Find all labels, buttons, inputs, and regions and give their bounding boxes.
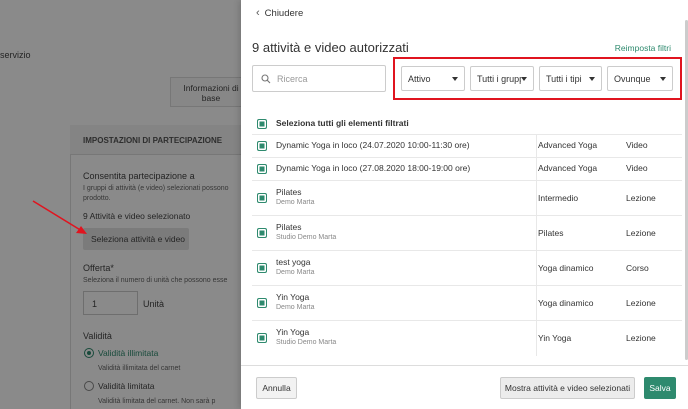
item-checkbox[interactable]: [257, 164, 267, 174]
status-filter-select[interactable]: Attivo: [401, 66, 465, 91]
type-filter-value: Tutti i tipi: [546, 73, 582, 84]
select-all-row[interactable]: Seleziona tutti gli elementi filtrati: [252, 111, 682, 135]
item-location: Demo Marta: [276, 199, 315, 206]
item-checkbox[interactable]: [257, 263, 267, 273]
show-selected-button[interactable]: Mostra attività e video selezionati: [500, 377, 635, 399]
list-item[interactable]: test yoga Demo Marta Yoga dinamico Corso: [252, 251, 682, 286]
item-category: Yoga dinamico: [538, 298, 594, 308]
location-filter-select[interactable]: Ovunque: [607, 66, 673, 91]
list-item[interactable]: Pilates Studio Demo Marta Pilates Lezion…: [252, 216, 682, 251]
item-checkbox[interactable]: [257, 228, 267, 238]
close-label: Chiudere: [264, 7, 304, 19]
item-category: Yoga dinamico: [538, 263, 594, 273]
drawer-title: 9 attività e video autorizzati: [252, 40, 409, 55]
chevron-left-icon: ‹: [256, 7, 260, 19]
save-button[interactable]: Salva: [644, 377, 676, 399]
item-category: Pilates: [538, 228, 564, 238]
item-name: Pilates: [276, 187, 302, 197]
item-category: Advanced Yoga: [538, 140, 598, 150]
list-item[interactable]: Dynamic Yoga in loco (27.08.2020 18:00-1…: [252, 158, 682, 181]
annotation-arrow-icon: [32, 200, 87, 234]
group-filter-select[interactable]: Tutti i gruppi: [470, 66, 534, 91]
caret-down-icon: [521, 77, 527, 81]
search-input[interactable]: [277, 73, 377, 84]
item-location: Demo Marta: [276, 304, 315, 311]
list-item[interactable]: Pilates Demo Marta Intermedio Lezione: [252, 181, 682, 216]
item-name: Yin Yoga: [276, 292, 310, 302]
item-checkbox[interactable]: [257, 141, 267, 151]
list-item[interactable]: Dynamic Yoga in loco (24.07.2020 10:00-1…: [252, 135, 682, 158]
close-button[interactable]: ‹ Chiudere: [256, 7, 303, 19]
reset-filters-link[interactable]: Reimposta filtri: [615, 43, 671, 53]
item-category: Intermedio: [538, 193, 579, 203]
item-type: Corso: [626, 263, 649, 273]
status-filter-value: Attivo: [408, 73, 431, 84]
list-item[interactable]: Yin Yoga Demo Marta Yoga dinamico Lezion…: [252, 286, 682, 321]
item-name: Dynamic Yoga in loco (27.08.2020 18:00-1…: [276, 163, 471, 173]
item-type: Video: [626, 140, 648, 150]
item-name: Dynamic Yoga in loco (24.07.2020 10:00-1…: [276, 140, 470, 150]
item-category: Yin Yoga: [538, 333, 572, 343]
activity-list: Seleziona tutti gli elementi filtrati Dy…: [252, 111, 682, 356]
type-filter-select[interactable]: Tutti i tipi: [539, 66, 602, 91]
item-checkbox[interactable]: [257, 298, 267, 308]
cancel-button[interactable]: Annulla: [256, 377, 297, 399]
search-icon: [261, 73, 271, 83]
item-name: Pilates: [276, 222, 302, 232]
item-checkbox[interactable]: [257, 193, 267, 203]
item-type: Video: [626, 163, 648, 173]
item-type: Lezione: [626, 298, 656, 308]
item-type: Lezione: [626, 228, 656, 238]
search-field[interactable]: [252, 65, 386, 92]
list-item[interactable]: Yin Yoga Studio Demo Marta Yin Yoga Lezi…: [252, 321, 682, 356]
caret-down-icon: [660, 77, 666, 81]
select-all-checkbox[interactable]: [257, 119, 267, 129]
activity-selection-drawer: ‹ Chiudere 9 attività e video autorizzat…: [241, 0, 688, 409]
item-name: test yoga: [276, 257, 311, 267]
item-type: Lezione: [626, 193, 656, 203]
item-type: Lezione: [626, 333, 656, 343]
item-category: Advanced Yoga: [538, 163, 598, 173]
caret-down-icon: [452, 77, 458, 81]
item-location: Studio Demo Marta: [276, 234, 337, 241]
item-location: Studio Demo Marta: [276, 339, 337, 346]
group-filter-value: Tutti i gruppi: [477, 73, 521, 84]
item-checkbox[interactable]: [257, 333, 267, 343]
caret-down-icon: [589, 77, 595, 81]
select-all-label: Seleziona tutti gli elementi filtrati: [276, 118, 409, 128]
drawer-footer: Annulla Mostra attività e video selezion…: [241, 365, 688, 409]
item-name: Yin Yoga: [276, 327, 310, 337]
location-filter-value: Ovunque: [614, 73, 651, 84]
item-location: Demo Marta: [276, 269, 315, 276]
